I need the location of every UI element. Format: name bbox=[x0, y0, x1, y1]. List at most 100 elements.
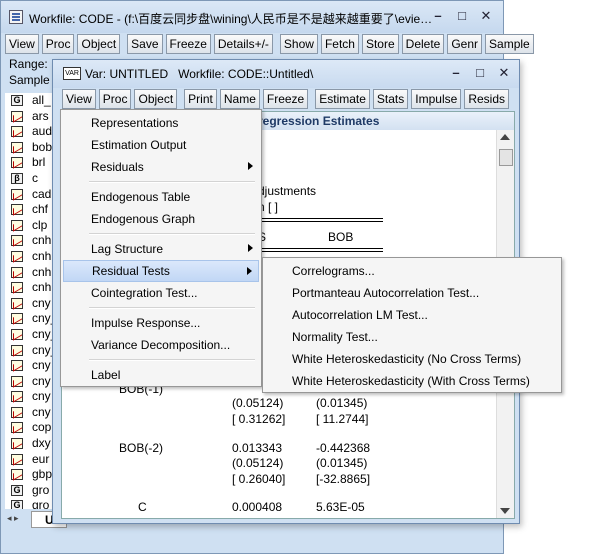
workfile-object-item[interactable]: dxy bbox=[5, 436, 57, 452]
submenu-item-white-no-cross[interactable]: White Heteroskedasticity (No Cross Terms… bbox=[265, 348, 559, 370]
value-cell: [ 11.2744] bbox=[316, 412, 369, 426]
workfile-object-item[interactable]: ars bbox=[5, 109, 57, 125]
workfile-title-bar[interactable]: Workfile: CODE - (f:\百度云同步盘\wining\人民币是不… bbox=[1, 1, 503, 33]
workfile-object-item[interactable]: cnh bbox=[5, 249, 57, 265]
workfile-object-item[interactable]: cny bbox=[5, 405, 57, 421]
workfile-object-item[interactable]: cny bbox=[5, 358, 57, 374]
rule-top-2 bbox=[258, 221, 383, 222]
value-cell: -0.442368 bbox=[316, 441, 371, 455]
wf-object-button[interactable]: Object bbox=[77, 34, 121, 54]
maximize-icon[interactable]: □ bbox=[453, 7, 471, 25]
series-icon bbox=[11, 469, 23, 481]
minimize-icon[interactable]: – bbox=[447, 64, 465, 82]
menu-item-estimation-output[interactable]: Estimation Output bbox=[63, 134, 259, 156]
wf-view-button[interactable]: View bbox=[5, 34, 39, 54]
menu-item-representations[interactable]: Representations bbox=[63, 112, 259, 134]
wf-delete-button[interactable]: Delete bbox=[401, 34, 445, 54]
close-icon[interactable]: ✕ bbox=[495, 64, 513, 82]
submenu-arrow-icon bbox=[248, 244, 253, 252]
workfile-object-item[interactable]: cny bbox=[5, 374, 57, 390]
menu-item-label: Lag Structure bbox=[91, 242, 164, 256]
workfile-object-item[interactable]: cny bbox=[5, 389, 57, 405]
var-print-button[interactable]: Print bbox=[184, 89, 217, 109]
menu-item-endogenous-graph[interactable]: Endogenous Graph bbox=[63, 208, 259, 230]
workfile-object-item[interactable]: gbp bbox=[5, 467, 57, 483]
var-impulse-button[interactable]: Impulse bbox=[411, 89, 462, 109]
menu-separator bbox=[89, 233, 255, 235]
workfile-object-item[interactable]: βc bbox=[5, 171, 57, 187]
workfile-object-item[interactable]: clp bbox=[5, 218, 57, 234]
menu-item-label: Residuals bbox=[91, 160, 144, 174]
wf-proc-button[interactable]: Proc bbox=[41, 34, 75, 54]
workfile-object-item[interactable]: cny bbox=[5, 296, 57, 312]
menu-item-variance-decomposition[interactable]: Variance Decomposition... bbox=[63, 334, 259, 356]
workfile-object-item[interactable]: Ggro bbox=[5, 498, 57, 509]
var-stats-button[interactable]: Stats bbox=[372, 89, 409, 109]
scroll-thumb[interactable] bbox=[499, 149, 513, 166]
submenu-item-correlograms[interactable]: Correlograms... bbox=[265, 260, 559, 282]
workfile-object-item[interactable]: bob bbox=[5, 140, 57, 156]
workfile-object-item[interactable]: cnh bbox=[5, 280, 57, 296]
menu-item-residuals[interactable]: Residuals bbox=[63, 156, 259, 178]
var-proc-button[interactable]: Proc bbox=[98, 89, 132, 109]
value-cell: 0.013343 bbox=[232, 441, 283, 455]
var-resids-button[interactable]: Resids bbox=[464, 89, 509, 109]
submenu-item-portmanteau-test[interactable]: Portmanteau Autocorrelation Test... bbox=[265, 282, 559, 304]
workfile-object-item[interactable]: cny_ bbox=[5, 343, 57, 359]
var-freeze-button[interactable]: Freeze bbox=[262, 89, 309, 109]
var-name-button[interactable]: Name bbox=[219, 89, 260, 109]
wf-details-button[interactable]: Details+/- bbox=[213, 34, 273, 54]
object-name: cny bbox=[32, 389, 51, 404]
object-name: aud bbox=[32, 124, 53, 139]
value-cell: [ 0.26040] bbox=[232, 472, 286, 486]
close-icon[interactable]: ✕ bbox=[477, 7, 495, 25]
object-name: cnh bbox=[32, 280, 52, 295]
menu-item-residual-tests[interactable]: Residual Tests bbox=[63, 260, 259, 282]
object-name: eur bbox=[32, 451, 50, 466]
menu-item-lag-structure[interactable]: Lag Structure bbox=[63, 238, 259, 260]
workfile-object-item[interactable]: aud bbox=[5, 124, 57, 140]
wf-store-button[interactable]: Store bbox=[361, 34, 399, 54]
minimize-icon[interactable]: – bbox=[429, 7, 447, 25]
series-icon bbox=[11, 157, 23, 169]
menu-item-impulse-response[interactable]: Impulse Response... bbox=[63, 312, 259, 334]
var-view-button[interactable]: View bbox=[62, 89, 96, 109]
row-label-c: C bbox=[138, 500, 147, 514]
var-title-bar[interactable]: VAR Var: UNTITLED Workfile: CODE::Untitl… bbox=[53, 60, 519, 88]
group-icon: G bbox=[11, 484, 23, 496]
menu-item-label[interactable]: Label bbox=[63, 364, 259, 386]
coefficient-icon: β bbox=[11, 172, 23, 184]
workfile-object-list: Gall_ ars aud bob brl β c cad chf clp cnh cnh cnh cnh… bbox=[5, 93, 57, 509]
workfile-object-item[interactable]: eur bbox=[5, 452, 57, 468]
object-name: cnh bbox=[32, 248, 52, 263]
workfile-object-item[interactable]: cop bbox=[5, 420, 57, 436]
workfile-object-item[interactable]: cnh bbox=[5, 265, 57, 281]
value-cell: [ 0.31262] bbox=[232, 412, 286, 426]
workfile-object-item[interactable]: cny_ bbox=[5, 327, 57, 343]
wf-show-button[interactable]: Show bbox=[279, 34, 318, 54]
scroll-down-icon[interactable] bbox=[500, 508, 510, 514]
series-icon bbox=[11, 406, 23, 418]
menu-item-cointegration-test[interactable]: Cointegration Test... bbox=[63, 282, 259, 304]
wf-freeze-button[interactable]: Freeze bbox=[165, 34, 211, 54]
scroll-up-icon[interactable] bbox=[500, 134, 510, 140]
menu-item-endogenous-table[interactable]: Endogenous Table bbox=[63, 186, 259, 208]
wf-sample-button[interactable]: Sample bbox=[485, 34, 534, 54]
workfile-object-item[interactable]: cnh bbox=[5, 233, 57, 249]
workfile-object-item[interactable]: Ggro bbox=[5, 483, 57, 499]
submenu-item-autocorrelation-lm-test[interactable]: Autocorrelation LM Test... bbox=[265, 304, 559, 326]
submenu-item-normality-test[interactable]: Normality Test... bbox=[265, 326, 559, 348]
wf-genr-button[interactable]: Genr bbox=[447, 34, 483, 54]
workfile-object-item[interactable]: cad bbox=[5, 187, 57, 203]
tab-scroll-arrows-icon[interactable]: ◂ ▸ bbox=[7, 513, 19, 524]
maximize-icon[interactable]: □ bbox=[471, 64, 489, 82]
wf-fetch-button[interactable]: Fetch bbox=[320, 34, 359, 54]
workfile-object-item[interactable]: cny_ bbox=[5, 311, 57, 327]
submenu-item-white-with-cross[interactable]: White Heteroskedasticity (With Cross Ter… bbox=[265, 370, 559, 392]
workfile-object-item[interactable]: Gall_ bbox=[5, 93, 57, 109]
workfile-object-item[interactable]: brl bbox=[5, 155, 57, 171]
wf-save-button[interactable]: Save bbox=[127, 34, 163, 54]
workfile-object-item[interactable]: chf bbox=[5, 202, 57, 218]
var-object-button[interactable]: Object bbox=[134, 89, 178, 109]
var-estimate-button[interactable]: Estimate bbox=[315, 89, 370, 109]
